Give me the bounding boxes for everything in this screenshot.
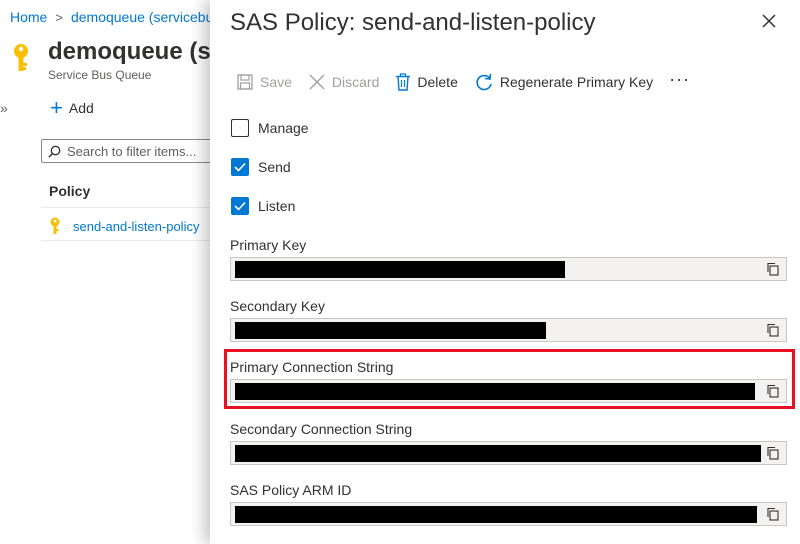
policy-column-header[interactable]: Policy xyxy=(49,183,90,199)
redacted-value xyxy=(235,383,755,400)
policy-row[interactable]: send-and-listen-policy xyxy=(49,217,199,235)
chevron-right-icon: > xyxy=(55,9,63,25)
save-label: Save xyxy=(260,74,292,90)
arm-id-label: SAS Policy ARM ID xyxy=(230,482,352,498)
primary-connection-string-field[interactable] xyxy=(230,379,787,403)
discard-label: Discard xyxy=(331,74,380,90)
listen-label: Listen xyxy=(258,198,296,214)
primary-connection-string-label: Primary Connection String xyxy=(230,359,394,375)
send-label: Send xyxy=(258,159,291,175)
delete-button[interactable]: Delete xyxy=(395,73,458,91)
divider xyxy=(41,207,214,208)
copy-icon[interactable] xyxy=(766,262,780,276)
secondary-connection-string-field[interactable] xyxy=(230,441,787,465)
search-icon xyxy=(48,145,61,157)
delete-label: Delete xyxy=(417,74,458,90)
plus-icon: + xyxy=(50,95,63,120)
close-icon[interactable] xyxy=(760,12,778,30)
redacted-value xyxy=(235,445,761,462)
divider xyxy=(41,240,214,241)
breadcrumb-home[interactable]: Home xyxy=(10,9,47,25)
key-icon xyxy=(50,217,60,234)
regenerate-primary-key-button[interactable]: Regenerate Primary Key xyxy=(474,72,653,92)
copy-icon[interactable] xyxy=(766,446,780,460)
primary-key-label: Primary Key xyxy=(230,237,307,253)
resource-title: demoqueue (se xyxy=(48,38,214,65)
copy-icon[interactable] xyxy=(766,384,780,398)
checkbox-box[interactable] xyxy=(231,197,249,215)
checkbox-box[interactable] xyxy=(231,119,249,137)
redacted-value xyxy=(235,506,757,523)
add-policy-label: Add xyxy=(68,100,94,116)
secondary-connection-string-label: Secondary Connection String xyxy=(230,421,413,437)
sas-policy-panel: SAS Policy: send-and-listen-policy Save … xyxy=(210,0,800,544)
expand-menu-icon[interactable]: » xyxy=(0,100,8,116)
secondary-key-field[interactable] xyxy=(230,318,787,342)
trash-icon xyxy=(396,73,411,91)
save-button[interactable]: Save xyxy=(236,73,292,91)
resource-type: Service Bus Queue xyxy=(48,68,152,82)
checkbox-box[interactable] xyxy=(231,158,249,176)
send-checkbox[interactable]: Send xyxy=(231,158,291,176)
command-bar: Save Discard Delete Regenerate Primary K… xyxy=(236,69,706,94)
manage-label: Manage xyxy=(258,120,309,136)
save-icon xyxy=(237,74,253,90)
queue-blade: Home > demoqueue (servicebu demoqueue (s… xyxy=(0,0,214,544)
add-policy-button[interactable]: + Add xyxy=(50,95,94,120)
discard-button[interactable]: Discard xyxy=(308,73,379,91)
breadcrumb: Home > demoqueue (servicebu xyxy=(10,9,213,25)
more-options-icon[interactable]: ··· xyxy=(669,69,690,90)
copy-icon[interactable] xyxy=(766,507,780,521)
regenerate-label: Regenerate Primary Key xyxy=(499,74,654,90)
refresh-icon xyxy=(476,73,492,91)
key-icon xyxy=(14,44,28,71)
arm-id-field[interactable] xyxy=(230,502,787,526)
checkmark-icon xyxy=(234,162,246,172)
checkmark-icon xyxy=(234,201,246,211)
filter-placeholder: Search to filter items... xyxy=(67,143,197,159)
discard-icon xyxy=(309,74,325,90)
redacted-value xyxy=(235,322,546,339)
copy-icon[interactable] xyxy=(766,323,780,337)
breadcrumb-current[interactable]: demoqueue (servicebu xyxy=(71,9,213,25)
primary-key-field[interactable] xyxy=(230,257,787,281)
filter-input[interactable]: Search to filter items... xyxy=(41,139,214,163)
manage-checkbox[interactable]: Manage xyxy=(231,119,309,137)
listen-checkbox[interactable]: Listen xyxy=(231,197,295,215)
policy-name-link[interactable]: send-and-listen-policy xyxy=(73,219,199,234)
secondary-key-label: Secondary Key xyxy=(230,298,325,314)
redacted-value xyxy=(235,261,565,278)
panel-title: SAS Policy: send-and-listen-policy xyxy=(230,9,596,36)
